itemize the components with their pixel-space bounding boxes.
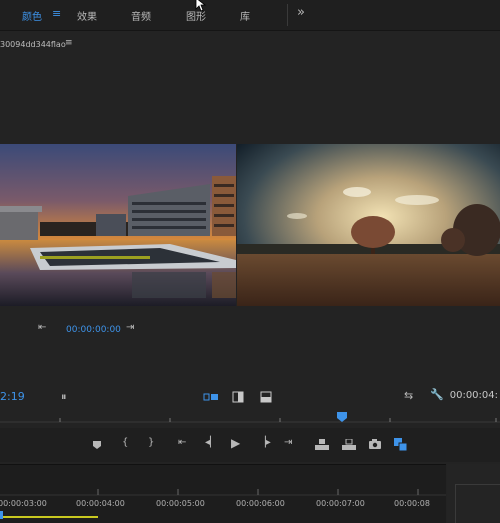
split-view-icon[interactable]: ⏸	[61, 390, 67, 404]
play-icon[interactable]: ▶	[231, 436, 240, 450]
timeline-panel[interactable]: 00:00:03:00 00:00:04:00 00:00:05:00 00:0…	[0, 464, 446, 523]
transport-controls: { } ⇤ ◂▏ ▶ ▕▸ ⇥	[0, 428, 500, 462]
wrench-icon[interactable]: 🔧	[430, 388, 444, 401]
export-frame-icon[interactable]	[369, 439, 381, 449]
go-to-in-icon[interactable]: ⇤	[38, 322, 46, 333]
meter-frame	[455, 484, 500, 523]
mouse-cursor-icon	[195, 0, 207, 12]
timeline-tick-label: 00:00:04:00	[76, 499, 125, 508]
swap-icon[interactable]: ⇆	[404, 389, 413, 402]
go-to-out-point-icon[interactable]: ⇥	[284, 437, 292, 448]
timeline-tick-label: 00:00:03:00	[0, 499, 47, 508]
timeline-ruler	[0, 489, 446, 519]
timeline-tick-label: 00:00:08	[394, 499, 430, 508]
current-timecode[interactable]: 2:19	[0, 390, 25, 403]
duration-timecode: 00:00:04:	[449, 390, 498, 401]
sequence-name[interactable]: 30094dd344flao	[0, 40, 66, 49]
comparison-toggle-icon[interactable]	[394, 438, 408, 451]
preview-image-landscape	[237, 144, 500, 306]
monitor-time-ruler[interactable]	[0, 408, 500, 424]
sequence-menu-icon[interactable]: ≡	[65, 38, 73, 48]
add-marker-icon[interactable]	[92, 440, 102, 450]
tab-library[interactable]: 库	[240, 8, 250, 23]
comparison-view-icon[interactable]	[203, 392, 219, 402]
tab-audio[interactable]: 音频	[131, 8, 151, 23]
tab-effects[interactable]: 效果	[77, 8, 97, 23]
more-workspaces-button[interactable]: »	[297, 5, 305, 20]
go-to-in-point-icon[interactable]: ⇤	[178, 437, 186, 448]
timeline-tick-label: 00:00:07:00	[316, 499, 365, 508]
tab-divider	[287, 4, 288, 26]
timeline-tick-label: 00:00:05:00	[156, 499, 205, 508]
step-forward-icon[interactable]: ▕▸	[258, 437, 271, 448]
preview-image-building	[0, 144, 236, 306]
timeline-tick-label: 00:00:06:00	[236, 499, 285, 508]
mark-out-icon[interactable]: }	[148, 437, 154, 448]
playhead-timecode[interactable]: 00:00:00:00	[66, 325, 121, 335]
tab-color[interactable]: 颜色	[22, 8, 42, 23]
step-back-icon[interactable]: ◂▏	[205, 437, 218, 448]
playhead-marker	[337, 412, 347, 422]
insert-icon[interactable]	[315, 439, 329, 451]
vertical-split-icon[interactable]	[260, 391, 272, 403]
mark-in-icon[interactable]: {	[122, 437, 128, 448]
workspace-bar: 颜色 ≡ 效果 音频 图形 库 »	[0, 0, 500, 31]
overwrite-icon[interactable]	[342, 439, 356, 451]
side-by-side-icon[interactable]	[232, 391, 244, 403]
tab-color-menu-icon[interactable]: ≡	[52, 7, 61, 20]
go-to-out-icon[interactable]: ⇥	[126, 322, 134, 333]
audio-meter-panel	[447, 464, 500, 523]
